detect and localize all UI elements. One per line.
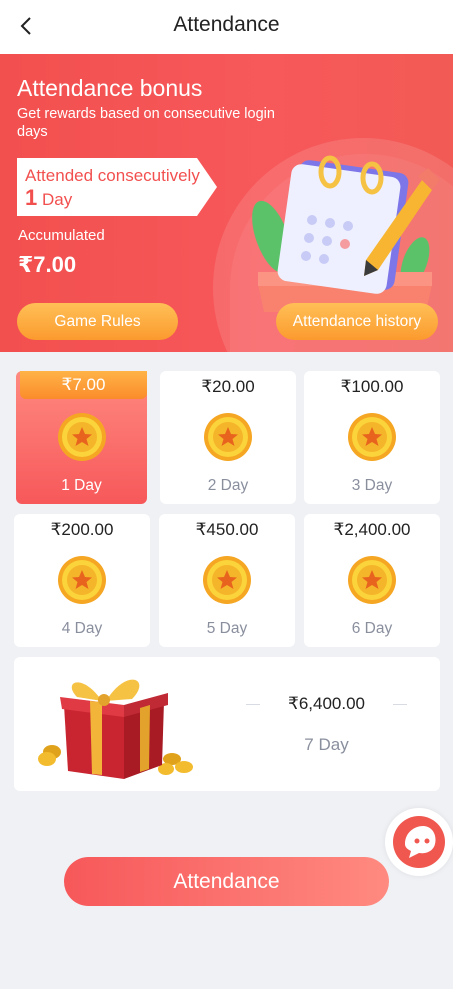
day-label: 6 Day bbox=[351, 620, 393, 637]
star-coin-icon bbox=[203, 556, 251, 604]
day-label: 1 Day bbox=[61, 477, 102, 494]
gift-box-icon bbox=[38, 679, 193, 779]
attendance-history-button[interactable]: Attendance history bbox=[276, 303, 438, 340]
consecutive-days-tag: Attended consecutively 1 Day bbox=[17, 158, 217, 216]
day-amount: ₹20.00 bbox=[201, 377, 255, 396]
accumulated-label: Accumulated bbox=[18, 227, 105, 244]
day-amount: ₹450.00 bbox=[195, 520, 259, 539]
consecutive-days-count: 1 bbox=[25, 185, 38, 210]
day-label: 4 Day bbox=[61, 620, 103, 637]
star-coin-icon bbox=[204, 413, 252, 461]
tag-suffix: Day bbox=[41, 190, 73, 209]
attendance-button[interactable]: Attendance bbox=[64, 857, 389, 906]
day-amount: ₹7.00 bbox=[20, 371, 147, 399]
game-rules-button[interactable]: Game Rules bbox=[17, 303, 178, 340]
day-amount: ₹200.00 bbox=[50, 520, 114, 539]
day-label: 5 Day bbox=[206, 620, 248, 637]
banner-title: Attendance bonus bbox=[17, 75, 203, 101]
page-title: Attendance bbox=[173, 13, 280, 36]
day-card-3[interactable]: ₹100.00 3 Day bbox=[304, 371, 440, 504]
day-card-7[interactable]: ₹6,400.00 7 Day bbox=[14, 657, 440, 791]
calendar-illustration bbox=[252, 155, 440, 312]
day-card-4[interactable]: ₹200.00 4 Day bbox=[14, 514, 150, 647]
day-card-1[interactable]: ₹7.00 1 Day bbox=[16, 371, 147, 504]
attendance-banner: Attendance bonus Get rewards based on co… bbox=[0, 54, 453, 352]
consecutive-days-text: Attended consecutively 1 Day bbox=[25, 165, 200, 211]
chat-bubble-icon bbox=[393, 816, 445, 868]
day-amount: ₹2,400.00 bbox=[333, 520, 411, 539]
star-coin-icon bbox=[348, 556, 396, 604]
day-card-2[interactable]: ₹20.00 2 Day bbox=[160, 371, 296, 504]
day-amount: ₹100.00 bbox=[340, 377, 404, 396]
banner-subtitle: Get rewards based on consecutive login d… bbox=[17, 106, 275, 140]
star-coin-icon bbox=[58, 413, 106, 461]
chat-support-button[interactable] bbox=[385, 808, 453, 876]
day-label: 3 Day bbox=[351, 477, 393, 494]
star-coin-icon bbox=[58, 556, 106, 604]
accumulated-value: ₹7.00 bbox=[18, 252, 77, 277]
tag-prefix: Attended consecutively bbox=[25, 166, 200, 185]
star-coin-icon bbox=[348, 413, 396, 461]
day-label: 7 Day bbox=[304, 735, 349, 754]
app-header: Attendance bbox=[0, 0, 453, 54]
day-card-6[interactable]: ₹2,400.00 6 Day bbox=[304, 514, 440, 647]
day-amount: ₹6,400.00 bbox=[244, 694, 409, 714]
day-label: 2 Day bbox=[207, 477, 249, 494]
day-card-5[interactable]: ₹450.00 5 Day bbox=[159, 514, 295, 647]
